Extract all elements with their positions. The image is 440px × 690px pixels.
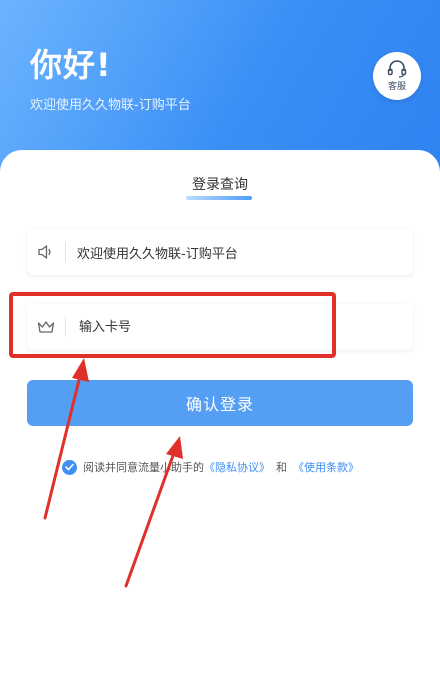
arrow-to-input: [43, 358, 89, 520]
annotation-arrows: [43, 358, 183, 588]
arrow-to-button: [124, 436, 183, 588]
